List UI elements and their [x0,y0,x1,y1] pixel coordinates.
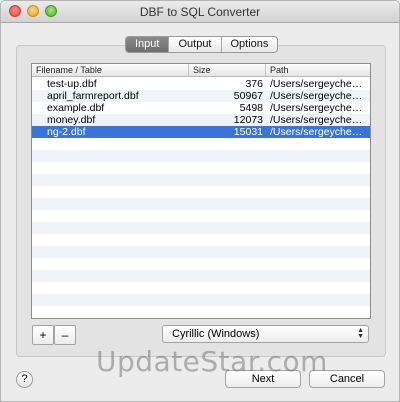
table-row-selected[interactable]: ng-2.dbf 15031 /Users/sergeyche… [32,126,370,138]
next-button[interactable]: Next [225,370,301,388]
cell-path: /Users/sergeyche… [270,102,363,114]
cell-size: 12073 [233,114,263,126]
column-header-filename[interactable]: Filename / Table [32,64,189,77]
cell-path: /Users/sergeyche… [270,126,363,138]
tab-options[interactable]: Options [220,37,278,52]
tab-input[interactable]: Input [126,37,169,52]
help-button[interactable]: ? [16,371,33,388]
encoding-select[interactable]: Cyrillic (Windows) ▲ ▼ [162,325,369,343]
table-row[interactable]: test-up.dbf 376 /Users/sergeyche… [32,78,370,90]
cell-size: 5498 [239,102,263,114]
cancel-button[interactable]: Cancel [309,370,385,388]
cell-size: 50967 [233,90,263,102]
cell-filename: example.dbf [47,102,105,114]
table-row[interactable]: april_farmreport.dbf 50967 /Users/sergey… [32,90,370,102]
table-row[interactable]: example.dbf 5498 /Users/sergeyche… [32,102,370,114]
remove-file-button[interactable]: – [54,325,76,345]
column-header-size[interactable]: Size [189,64,266,77]
tab-bar: Input Output Options [125,36,279,53]
tab-output[interactable]: Output [168,37,220,52]
table-rows: test-up.dbf 376 /Users/sergeyche… april_… [32,78,370,138]
title-bar: DBF to SQL Converter [1,1,399,23]
select-arrows-icon: ▲ ▼ [357,327,364,340]
window-title: DBF to SQL Converter [139,5,261,19]
cell-filename: test-up.dbf [47,78,97,90]
add-file-button[interactable]: + [32,325,54,345]
cell-path: /Users/sergeyche… [270,78,363,90]
cell-size: 15031 [233,126,263,138]
column-header-path[interactable]: Path [266,64,370,77]
cell-path: /Users/sergeyche… [270,90,363,102]
encoding-select-value: Cyrillic (Windows) [172,328,260,340]
cell-filename: money.dbf [47,114,96,126]
cell-size: 376 [245,78,263,90]
table-empty-area [32,150,370,318]
cell-filename: april_farmreport.dbf [47,90,139,102]
cell-path: /Users/sergeyche… [270,114,363,126]
table-header: Filename / Table Size Path [32,64,370,77]
app-window: DBF to SQL Converter Input Output Option… [0,0,400,402]
files-table: Filename / Table Size Path test-up.dbf 3… [31,63,371,319]
table-row[interactable]: money.dbf 12073 /Users/sergeyche… [32,114,370,126]
cell-filename: ng-2.dbf [47,126,86,138]
